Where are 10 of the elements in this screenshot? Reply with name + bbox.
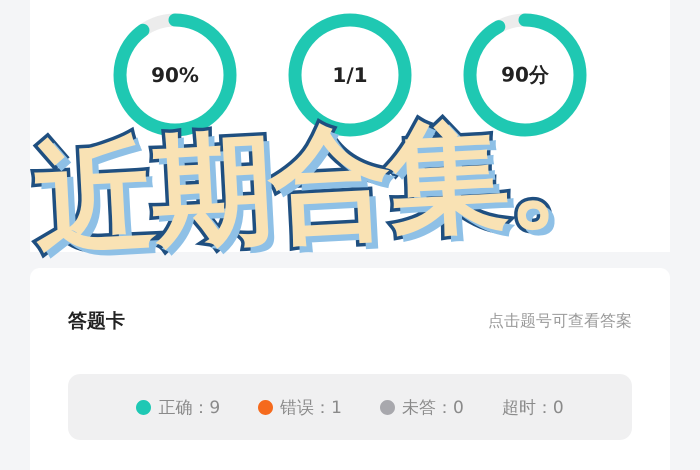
legend-label: 正确：9 [158,396,220,418]
ring-value: 90分 [501,62,549,88]
legend-label: 错误：1 [280,396,342,418]
card-hint: 点击题号可查看答案 [488,310,632,332]
legend-label: 超时：0 [502,396,564,418]
ring-value: 90% [151,63,199,87]
card-title: 答题卡 [68,309,125,334]
overlay-title: 近期合集。 [30,96,628,272]
ring-value: 1/1 [332,63,368,87]
legend-label: 未答：0 [402,396,464,418]
